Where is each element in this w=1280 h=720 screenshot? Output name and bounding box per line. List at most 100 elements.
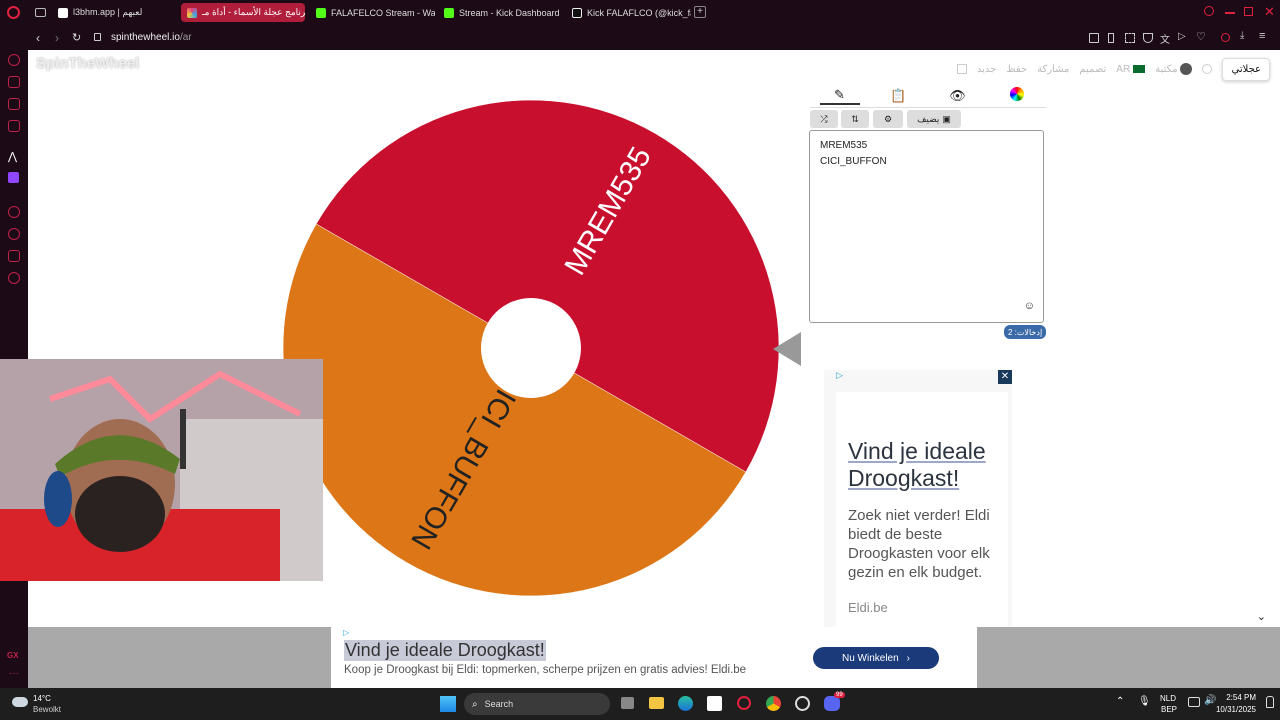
wheel-center[interactable] bbox=[481, 298, 581, 398]
task-view-icon[interactable] bbox=[621, 697, 634, 709]
tab-l3bhm[interactable]: l3bhm.app | لعبهم bbox=[52, 3, 177, 22]
show-hidden-icons[interactable]: ⌃ bbox=[1116, 696, 1124, 707]
tab-hidden[interactable]: 👁 bbox=[938, 88, 978, 104]
opera-gx-icon[interactable] bbox=[737, 696, 751, 710]
settings-button[interactable]: ⚙ bbox=[873, 110, 903, 128]
network-icon[interactable] bbox=[1188, 697, 1200, 707]
opera-logo-icon[interactable] bbox=[7, 6, 20, 19]
menu-item-new[interactable]: جديد bbox=[977, 64, 996, 75]
translate-page-icon[interactable] bbox=[1202, 64, 1213, 74]
clock-date[interactable]: 10/31/2025 bbox=[1216, 705, 1256, 714]
menu-item-library[interactable]: مكتبة bbox=[1155, 63, 1193, 75]
add-image-button[interactable]: يضيف ▣ bbox=[907, 110, 961, 128]
reload-button[interactable]: ↻ bbox=[72, 31, 81, 44]
user-avatar bbox=[1180, 63, 1193, 75]
twitch-icon[interactable] bbox=[8, 172, 19, 183]
spin-wheel[interactable]: MREM535 CICI_BUFFON bbox=[271, 88, 791, 608]
entries-textarea[interactable]: MREM535 CICI_BUFFON ☺ bbox=[809, 130, 1044, 323]
profile-icon[interactable] bbox=[1221, 33, 1230, 42]
shop-now-button[interactable]: Nu Winkelen › bbox=[813, 647, 939, 669]
weather-label[interactable]: Bewolkt bbox=[33, 705, 61, 714]
adchoices-icon[interactable]: ▷ bbox=[343, 628, 349, 637]
aria-icon[interactable] bbox=[8, 54, 20, 66]
notification-icon[interactable] bbox=[1266, 696, 1274, 708]
wheel-favicon-icon bbox=[187, 7, 197, 18]
language-code[interactable]: NLD bbox=[1160, 694, 1176, 703]
translate-icon[interactable]: 文 bbox=[1160, 31, 1170, 46]
tab-label: Stream - Kick Dashboard bbox=[459, 7, 560, 18]
chatgpt-icon[interactable] bbox=[795, 696, 810, 711]
split-view-icon[interactable] bbox=[1089, 33, 1099, 43]
file-explorer-icon[interactable] bbox=[649, 697, 664, 709]
search-icon: ⌕ bbox=[472, 698, 478, 710]
emoji-icon[interactable]: ☺ bbox=[1024, 298, 1035, 314]
tab-results[interactable]: 📋 bbox=[879, 88, 919, 104]
settings-icon[interactable] bbox=[8, 272, 20, 284]
gx-icon[interactable]: GX bbox=[7, 651, 19, 660]
tab-kick-dashboard[interactable]: Stream - Kick Dashboard bbox=[438, 3, 563, 22]
shuffle-button[interactable]: ⤮ bbox=[810, 110, 838, 128]
close-window-button[interactable]: ✕ bbox=[1264, 4, 1275, 20]
search-tabs-icon[interactable] bbox=[1204, 6, 1214, 16]
play-icon[interactable]: ▷ bbox=[1178, 31, 1186, 42]
maximize-button[interactable] bbox=[1244, 7, 1253, 16]
tab-label: برنامج عجلة الأسماء - أداة مـ bbox=[202, 7, 305, 17]
bottom-advert[interactable]: ▷ Vind je ideale Droogkast! Koop je Droo… bbox=[331, 627, 977, 688]
menu-icon[interactable]: ≡ bbox=[1259, 30, 1265, 42]
search-box[interactable]: ⌕ Search bbox=[464, 693, 610, 715]
discord-badge: 99 bbox=[834, 692, 845, 698]
kick-sidebar-icon[interactable]: ⋀ bbox=[8, 150, 17, 163]
lang-code: AR bbox=[1116, 63, 1131, 75]
mail-icon[interactable] bbox=[8, 120, 20, 132]
heart-icon[interactable]: ♡ bbox=[1196, 30, 1206, 43]
adchoices-icon[interactable]: ▷ bbox=[836, 370, 843, 381]
workspace-icon[interactable] bbox=[35, 8, 46, 17]
menu-item-lang[interactable]: AR bbox=[1116, 63, 1146, 75]
menu-item-save[interactable]: حفظ bbox=[1006, 64, 1027, 75]
tab-falafelco-stream[interactable]: FALAFELCO Stream - Wa bbox=[310, 3, 435, 22]
start-button[interactable] bbox=[440, 696, 456, 712]
download-icon[interactable]: ⤓ bbox=[1240, 30, 1244, 41]
tab-add-color[interactable] bbox=[997, 87, 1037, 104]
tab-entries[interactable]: ✎ bbox=[819, 86, 860, 105]
tab-spinthewheel[interactable]: برنامج عجلة الأسماء - أداة مـ bbox=[181, 3, 305, 22]
forward-button[interactable]: › bbox=[55, 31, 59, 45]
scroll-down-icon[interactable]: ⌄ bbox=[1257, 610, 1266, 623]
chrome-icon[interactable] bbox=[766, 696, 781, 711]
sort-button[interactable]: ⇅ bbox=[841, 110, 869, 128]
volume-icon[interactable]: 🔊 bbox=[1204, 695, 1216, 706]
store-icon[interactable] bbox=[707, 696, 722, 711]
pin-icon[interactable] bbox=[1108, 33, 1114, 43]
entry-line: CICI_BUFFON bbox=[820, 156, 887, 167]
shop-now-label: Nu Winkelen bbox=[841, 652, 899, 664]
menu-item-design[interactable]: تصميم bbox=[1079, 64, 1106, 75]
edge-icon[interactable] bbox=[678, 696, 693, 711]
minimize-button[interactable] bbox=[1225, 12, 1235, 14]
history-icon[interactable] bbox=[8, 206, 20, 218]
clock-time[interactable]: 2:54 PM bbox=[1226, 693, 1256, 702]
side-advert[interactable]: ▷ ✕ Vind je ideale Droogkast! Zoek niet … bbox=[824, 370, 1012, 635]
pinboard-icon[interactable] bbox=[8, 250, 20, 262]
back-button[interactable]: ‹ bbox=[36, 31, 40, 45]
tab-tiktok-kick[interactable]: Kick FALAFLCO (@kick_fa bbox=[566, 3, 691, 22]
clock-icon[interactable] bbox=[8, 228, 20, 240]
shield-icon[interactable] bbox=[1143, 33, 1153, 43]
keyboard-layout[interactable]: BEP bbox=[1161, 705, 1177, 714]
my-wheels-button[interactable]: عجلاتي bbox=[1222, 57, 1270, 81]
bag-icon[interactable] bbox=[8, 76, 20, 88]
fullscreen-icon[interactable] bbox=[956, 64, 967, 74]
gear-icon: ⚙ bbox=[883, 113, 893, 124]
ad-close-button[interactable]: ✕ bbox=[998, 370, 1012, 384]
more-icon[interactable]: ··· bbox=[9, 668, 19, 679]
snapshot-icon[interactable] bbox=[1125, 33, 1135, 43]
site-top-menu: جديد حفظ مشاركة تصميم AR مكتبة عجلاتي bbox=[956, 56, 1270, 82]
menu-item-share[interactable]: مشاركة bbox=[1037, 64, 1069, 75]
site-logo[interactable]: SpinTheWheel bbox=[36, 55, 139, 72]
wallet-icon[interactable] bbox=[8, 98, 20, 110]
microphone-icon[interactable]: 🎙 bbox=[1138, 696, 1151, 707]
new-tab-button[interactable]: + bbox=[694, 6, 706, 18]
url-field[interactable]: spinthewheel.io/ar bbox=[111, 32, 192, 43]
discord-icon[interactable] bbox=[824, 696, 840, 711]
temperature[interactable]: 14°C bbox=[33, 694, 51, 703]
pencil-icon: ✎ bbox=[834, 86, 845, 102]
